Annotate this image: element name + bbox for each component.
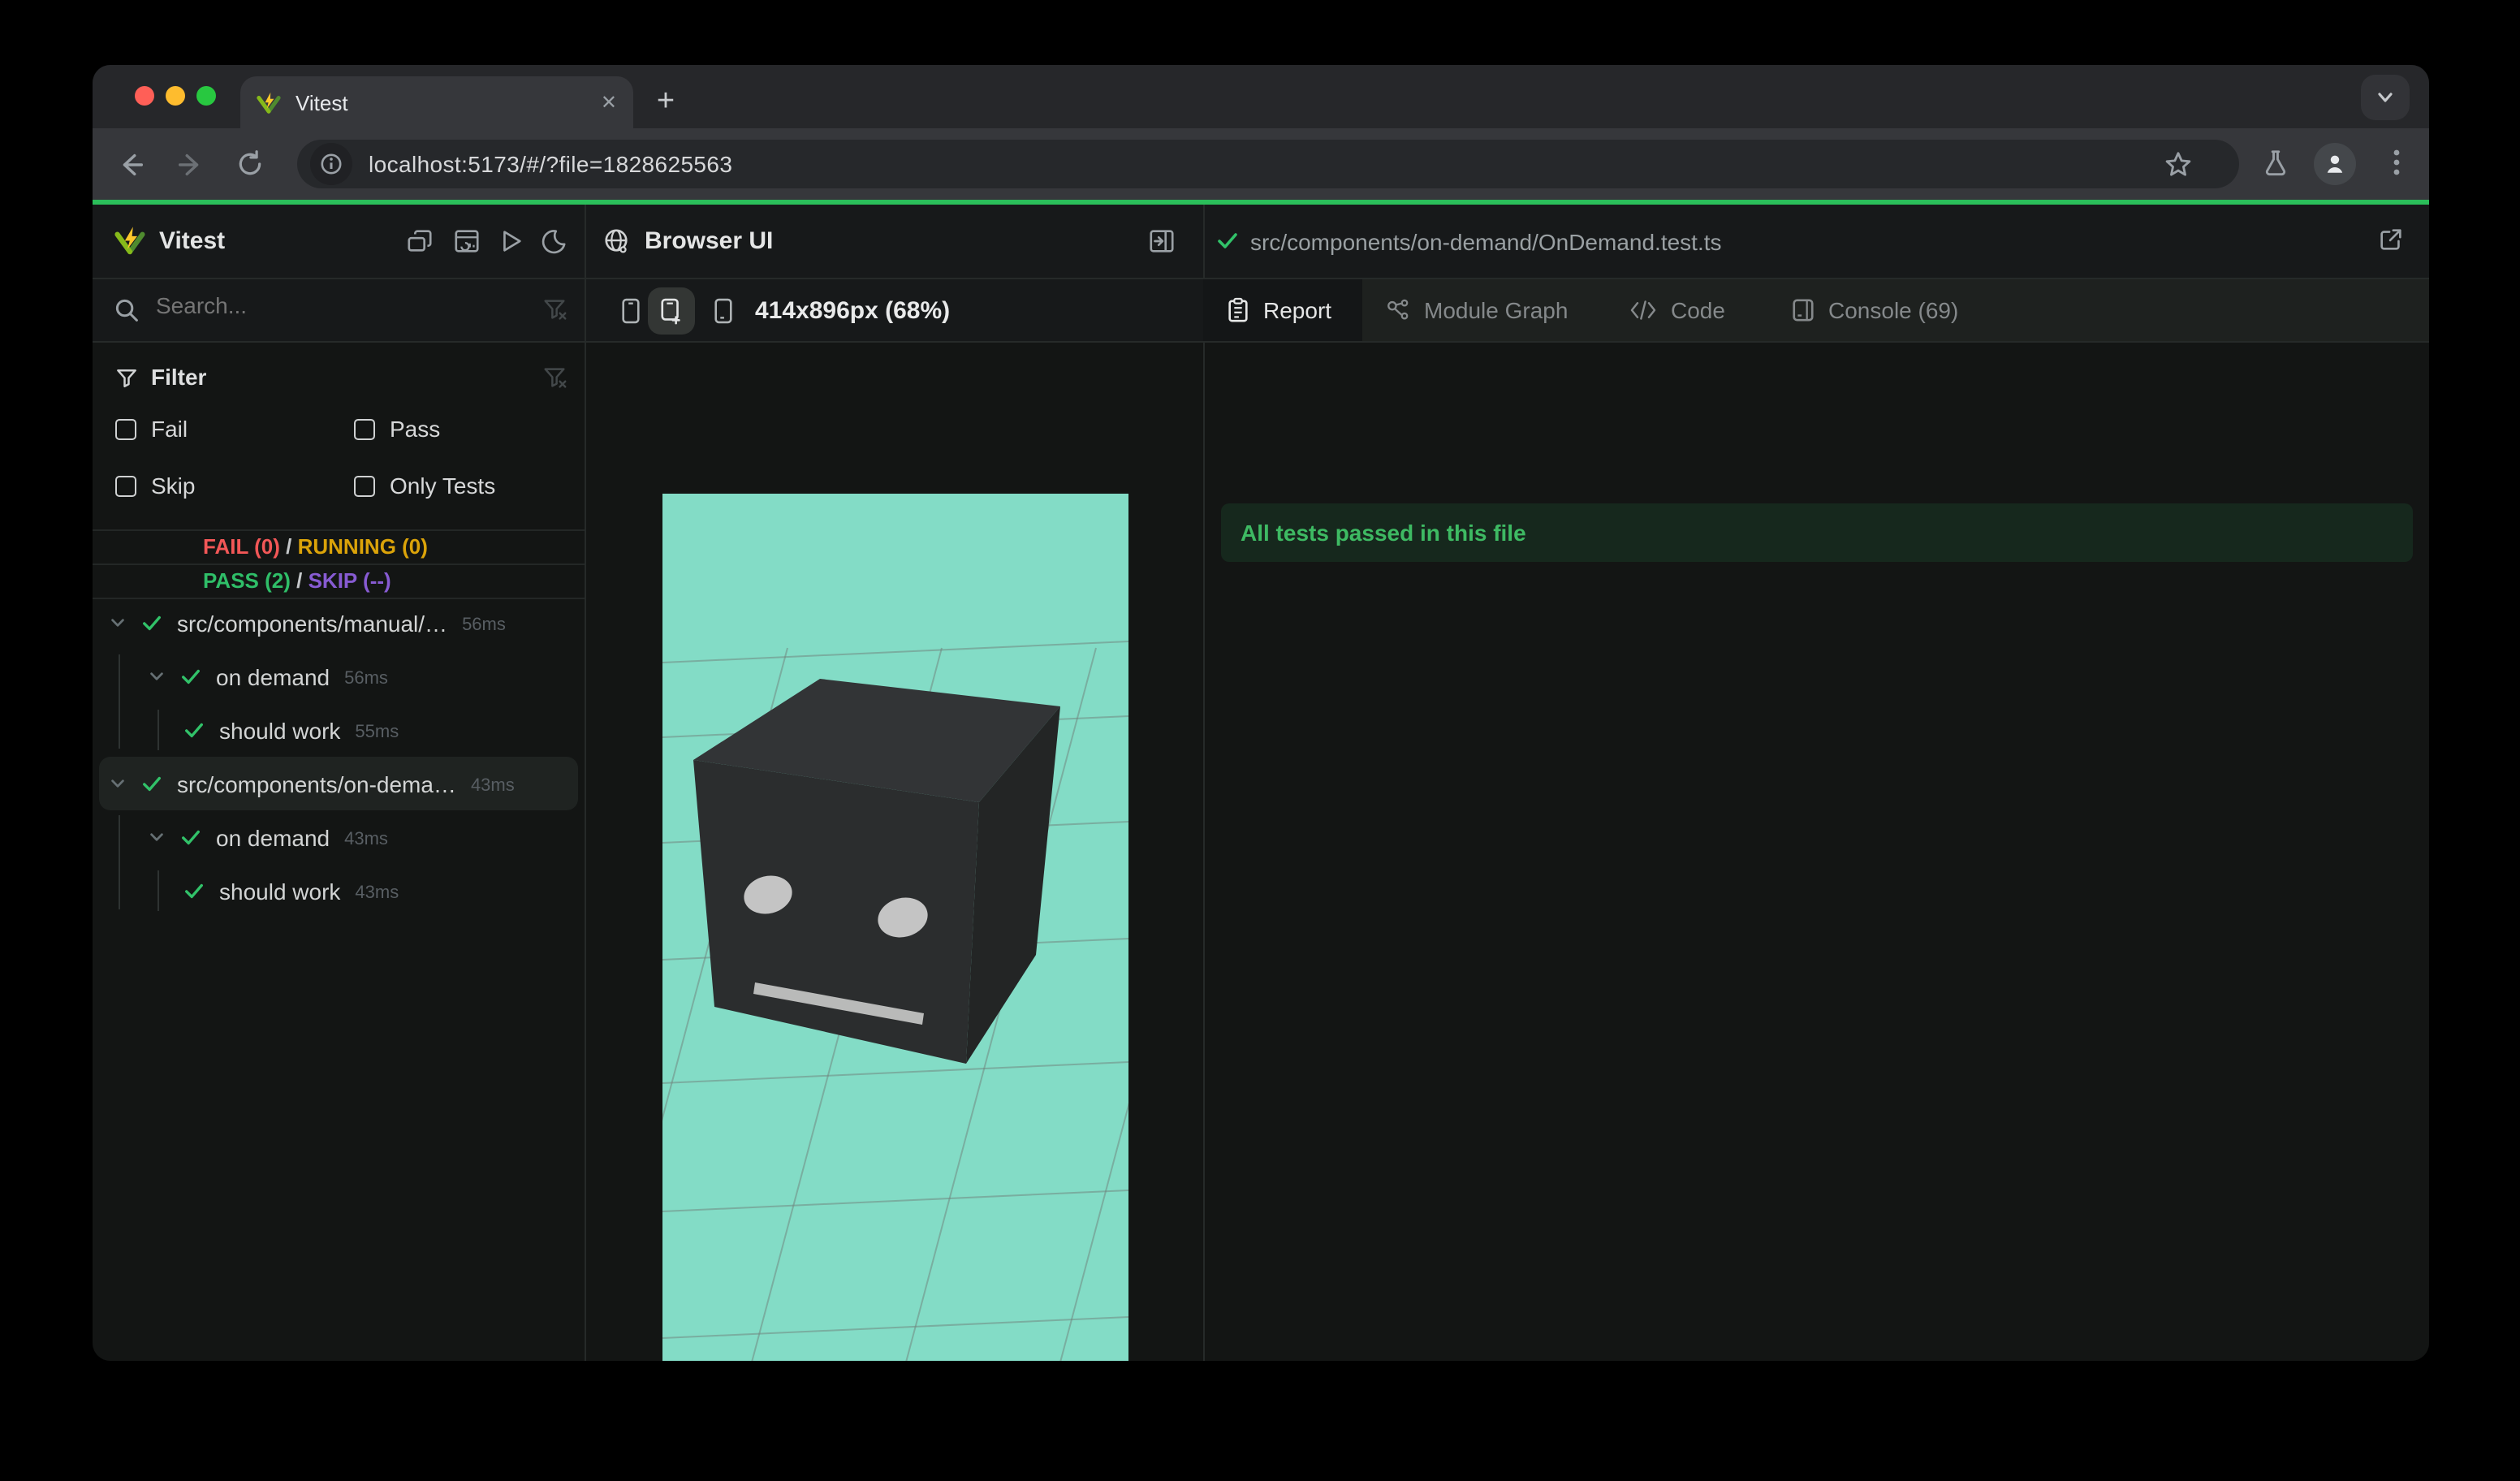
vitest-logo	[114, 226, 146, 257]
tree-row-test[interactable]: should work 43ms	[99, 864, 578, 918]
vitest-favicon	[257, 90, 281, 114]
banner-text: All tests passed in this file	[1241, 520, 1526, 546]
search-input[interactable]	[153, 291, 484, 320]
tree-row-suite[interactable]: on demand 43ms	[99, 810, 578, 864]
run-all-play-icon[interactable]	[497, 227, 524, 255]
sidebar-title: Vitest	[159, 227, 226, 255]
preview-scene	[662, 494, 1128, 1361]
viewport-size-label: 414x896px (68%)	[755, 297, 951, 325]
experiments-flask-icon[interactable]	[2260, 148, 2291, 179]
forward-arrow-icon[interactable]	[175, 149, 206, 180]
tree-row-file-ondemand[interactable]: src/components/on-dema… 43ms	[99, 757, 578, 810]
file-path: src/components/on-demand/OnDemand.test.t…	[1250, 229, 1722, 255]
checkbox-only-tests[interactable]	[354, 475, 375, 496]
console-panel-icon	[1791, 297, 1815, 323]
dashboard-report-icon[interactable]	[453, 227, 481, 255]
pass-check-icon	[180, 827, 201, 848]
tab-close-icon[interactable]: ✕	[601, 91, 617, 114]
url-text: localhost:5173/#/?file=1828625563	[369, 151, 733, 177]
reload-icon[interactable]	[235, 149, 265, 179]
desktop-background: Vitest ✕ + localhost:5173/#/?file=182862…	[0, 0, 2520, 1481]
code-brackets-icon	[1629, 299, 1658, 322]
tree-row-test[interactable]: should work 55ms	[99, 703, 578, 757]
tree-row-file-manual[interactable]: src/components/manual/… 56ms	[99, 596, 578, 650]
url-bar[interactable]: localhost:5173/#/?file=1828625563	[297, 140, 2239, 188]
checkbox-skip[interactable]	[115, 475, 136, 496]
traffic-light-close[interactable]	[135, 86, 154, 106]
traffic-light-minimize[interactable]	[166, 86, 185, 106]
clipboard-icon	[1226, 297, 1250, 323]
chevron-down-icon[interactable]	[148, 828, 166, 846]
pass-check-icon	[141, 612, 162, 633]
site-info-icon[interactable]	[310, 143, 352, 185]
tab-title: Vitest	[296, 90, 348, 114]
collapse-windows-icon[interactable]	[406, 227, 434, 255]
search-icon	[114, 297, 140, 323]
chevron-down-icon[interactable]	[109, 775, 127, 792]
pass-check-icon	[180, 666, 201, 687]
tab-module-graph[interactable]: Module Graph	[1385, 279, 1568, 341]
filter-funnel-icon	[114, 365, 140, 391]
checkbox-fail[interactable]	[115, 418, 136, 439]
menu-dots-icon[interactable]	[2382, 146, 2411, 179]
tab-report[interactable]: Report	[1226, 279, 1331, 341]
summary-line-2: PASS (2) / SKIP (--)	[93, 563, 585, 598]
traffic-light-zoom[interactable]	[196, 86, 216, 106]
external-link-icon[interactable]	[2377, 226, 2405, 253]
pass-check-icon	[141, 773, 162, 794]
panel-separator	[1203, 205, 1205, 1361]
new-tab-button[interactable]: +	[645, 81, 687, 123]
filter-option-only-tests[interactable]: Only Tests	[354, 473, 495, 499]
summary-line-1: FAIL (0) / RUNNING (0)	[93, 529, 585, 563]
filter-title: Filter	[151, 364, 207, 390]
file-pass-check-icon	[1216, 229, 1239, 252]
graph-nodes-icon	[1385, 297, 1411, 323]
open-panel-right-icon[interactable]	[1148, 227, 1176, 255]
profile-avatar-icon[interactable]	[2314, 143, 2356, 185]
browser-tab-strip: Vitest ✕ +	[93, 65, 2429, 128]
filter-option-fail[interactable]: Fail	[115, 416, 188, 442]
tree-row-suite[interactable]: on demand 56ms	[99, 650, 578, 703]
chevron-down-icon[interactable]	[148, 667, 166, 685]
pass-check-icon	[183, 880, 205, 901]
browser-tab[interactable]: Vitest ✕	[240, 76, 633, 128]
clear-filter-icon[interactable]	[541, 364, 568, 391]
browser-panel-title: Browser UI	[645, 227, 774, 255]
bookmark-star-icon[interactable]	[2163, 149, 2194, 179]
tab-code[interactable]: Code	[1629, 279, 1725, 341]
tab-console[interactable]: Console (69)	[1791, 279, 1958, 341]
clear-search-filter-icon[interactable]	[541, 296, 568, 323]
vitest-app: Vitest Fil	[93, 205, 2429, 1361]
sidebar-separator	[585, 205, 586, 1361]
chevron-down-icon[interactable]	[109, 614, 127, 632]
device-phone-minus-icon[interactable]	[700, 287, 747, 335]
pass-check-icon	[183, 719, 205, 740]
report-tab-bar: Report Module Graph Code Console (69)	[1203, 279, 2429, 343]
all-tests-passed-banner: All tests passed in this file	[1221, 503, 2413, 562]
checkbox-pass[interactable]	[354, 418, 375, 439]
device-phone-plus-icon[interactable]	[648, 287, 695, 335]
tab-search-chevron-icon[interactable]	[2361, 75, 2410, 120]
filter-option-pass[interactable]: Pass	[354, 416, 440, 442]
test-summary: FAIL (0) / RUNNING (0) PASS (2) / SKIP (…	[93, 529, 585, 599]
dark-mode-moon-icon[interactable]	[539, 227, 567, 255]
browser-preview-viewport[interactable]	[662, 494, 1128, 1361]
globe-icon	[602, 227, 630, 255]
browser-window: Vitest ✕ + localhost:5173/#/?file=182862…	[93, 65, 2429, 1361]
back-arrow-icon[interactable]	[115, 149, 146, 180]
filter-option-skip[interactable]: Skip	[115, 473, 195, 499]
